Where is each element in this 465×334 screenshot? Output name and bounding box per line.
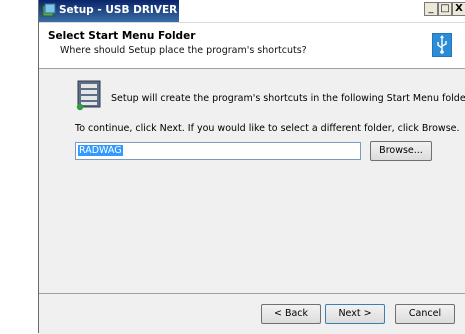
intro-text: Setup will create the program's shortcut… [111, 93, 465, 104]
page-subtitle: Where should Setup place the program's s… [60, 45, 307, 56]
title-bar[interactable]: Setup - USB DRIVER _ □ X [39, 0, 465, 23]
instruction-text: To continue, click Next. If you would li… [75, 123, 460, 134]
folder-value: RADWAG [78, 145, 123, 156]
close-button[interactable]: X [452, 2, 465, 16]
wizard-content: Setup will create the program's shortcut… [39, 69, 465, 293]
setup-app-icon [42, 3, 56, 17]
page-title: Select Start Menu Folder [48, 30, 196, 42]
setup-window: Setup - USB DRIVER _ □ X Select Start Me… [38, 0, 465, 334]
browse-button[interactable]: Browse... [370, 141, 432, 161]
title-bar-active: Setup - USB DRIVER [39, 0, 179, 22]
usb-icon [432, 33, 452, 57]
window-title: Setup - USB DRIVER [59, 4, 178, 16]
minimize-button[interactable]: _ [424, 2, 438, 16]
start-menu-folder-field[interactable]: RADWAG [75, 142, 361, 160]
maximize-button[interactable]: □ [438, 2, 452, 16]
next-button[interactable]: Next > [325, 304, 385, 324]
wizard-header: Select Start Menu Folder Where should Se… [39, 23, 465, 69]
start-menu-folder-icon [76, 80, 101, 111]
back-button[interactable]: < Back [261, 304, 321, 324]
cancel-button[interactable]: Cancel [395, 304, 455, 324]
wizard-footer: < Back Next > Cancel [39, 293, 465, 334]
